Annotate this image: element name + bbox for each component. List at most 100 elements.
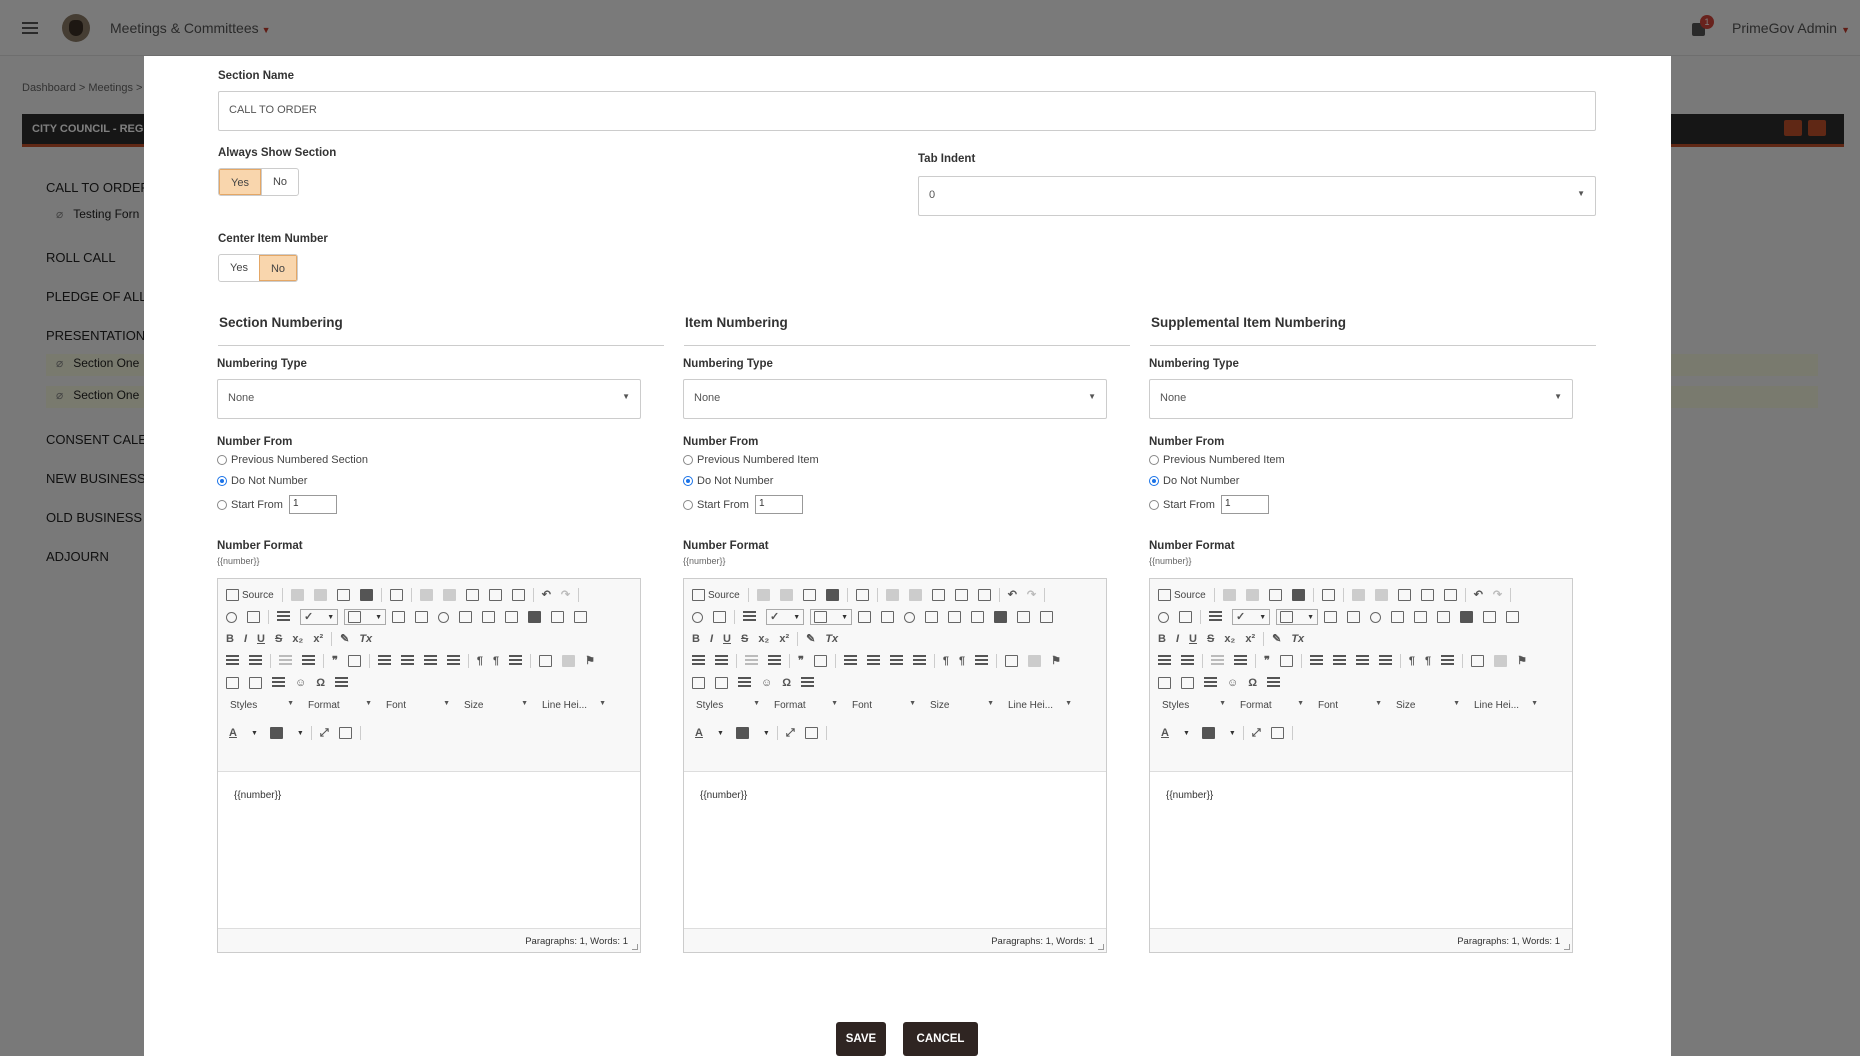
special-char-icon[interactable]: Ω	[1248, 677, 1257, 689]
radio-button[interactable]	[217, 455, 227, 465]
align-left-icon[interactable]	[843, 655, 857, 667]
start-from-input[interactable]: 1	[288, 495, 337, 514]
special-char-icon[interactable]: Ω	[782, 677, 791, 689]
anchor-flag-icon[interactable]: ⚑	[1051, 655, 1061, 667]
copy-formatting-icon[interactable]: ✎	[340, 633, 349, 645]
start-from-input[interactable]: 1	[1220, 495, 1269, 514]
align-right-icon[interactable]	[423, 655, 437, 667]
unlink-icon[interactable]	[1494, 655, 1508, 667]
paste-text-icon[interactable]	[488, 589, 502, 601]
select-field-icon[interactable]	[505, 611, 519, 623]
justify-icon[interactable]	[446, 655, 460, 667]
paste-text-icon[interactable]	[1420, 589, 1434, 601]
paste-text-icon[interactable]	[954, 589, 968, 601]
radio-do-not-number[interactable]: Do Not Number	[217, 475, 307, 487]
replace-icon[interactable]	[713, 611, 726, 623]
select-all-icon[interactable]	[1209, 611, 1222, 623]
paste-icon[interactable]	[931, 589, 945, 601]
radio-button[interactable]	[683, 476, 693, 486]
radio-button[interactable]	[1149, 455, 1159, 465]
bold-icon[interactable]: B	[1158, 633, 1166, 645]
source-button[interactable]: Source	[1158, 589, 1206, 601]
ltr-icon[interactable]: ¶	[1409, 655, 1415, 667]
new-page-icon[interactable]	[1245, 589, 1259, 601]
spellcheck-dropdown[interactable]: ✓ ▼	[1232, 609, 1271, 625]
size-dropdown[interactable]: Size ▼	[1392, 700, 1470, 711]
italic-icon[interactable]: I	[1176, 633, 1179, 645]
radio-start-from[interactable]: Start From 1	[683, 495, 803, 514]
background-color-dropdown[interactable]: ▼	[733, 726, 773, 740]
page-break-icon[interactable]	[335, 677, 349, 689]
size-dropdown[interactable]: Size ▼	[460, 700, 538, 711]
radio-button[interactable]	[683, 455, 693, 465]
bulleted-list-icon[interactable]	[715, 655, 728, 667]
bold-icon[interactable]: B	[692, 633, 700, 645]
rtl-icon[interactable]: ¶	[959, 655, 965, 667]
maximize-icon[interactable]: ⤢	[1252, 727, 1261, 739]
button-icon[interactable]	[1460, 611, 1474, 623]
copy-formatting-icon[interactable]: ✎	[806, 633, 815, 645]
hidden-field-icon[interactable]	[574, 611, 588, 623]
numbered-list-icon[interactable]	[1158, 655, 1171, 667]
textarea-icon[interactable]	[482, 611, 496, 623]
source-button[interactable]: Source	[226, 589, 274, 601]
cancel-button[interactable]: CANCEL	[903, 1022, 978, 1056]
print-icon[interactable]	[825, 589, 839, 601]
outdent-icon[interactable]	[1211, 655, 1224, 667]
radio-icon[interactable]	[438, 611, 450, 623]
superscript-icon[interactable]: x²	[313, 633, 323, 645]
indent-icon[interactable]	[1234, 655, 1247, 667]
format-dropdown[interactable]: Format ▼	[1236, 700, 1314, 711]
paste-icon[interactable]	[1397, 589, 1411, 601]
radio-button[interactable]	[683, 499, 693, 510]
new-page-icon[interactable]	[313, 589, 327, 601]
paste-word-icon[interactable]	[1443, 589, 1457, 601]
textarea-icon[interactable]	[948, 611, 962, 623]
horizontal-rule-icon[interactable]	[738, 677, 751, 689]
tab-indent-select[interactable]: 0 ▼	[918, 176, 1596, 216]
copy-icon[interactable]	[908, 589, 922, 601]
redo-icon[interactable]: ↷	[561, 589, 570, 601]
preview-icon[interactable]	[336, 589, 350, 601]
resize-handle[interactable]	[632, 944, 638, 950]
line-height-dropdown[interactable]: Line Hei... ▼	[1004, 700, 1082, 711]
cut-icon[interactable]	[885, 589, 899, 601]
remove-format-icon[interactable]: Tx	[1291, 633, 1304, 645]
print-icon[interactable]	[1291, 589, 1305, 601]
show-blocks-icon[interactable]	[804, 727, 818, 739]
text-color-dropdown[interactable]: A ▼	[692, 726, 727, 740]
numbered-list-icon[interactable]	[226, 655, 239, 667]
form-icon[interactable]	[1324, 611, 1338, 623]
special-char-icon[interactable]: Ω	[316, 677, 325, 689]
format-dropdown[interactable]: Format ▼	[770, 700, 848, 711]
textfield-icon[interactable]	[1391, 611, 1405, 623]
unlink-icon[interactable]	[562, 655, 576, 667]
outdent-icon[interactable]	[745, 655, 758, 667]
language-icon[interactable]	[975, 655, 989, 667]
bulleted-list-icon[interactable]	[249, 655, 262, 667]
radio-button[interactable]	[1149, 476, 1159, 486]
background-color-dropdown[interactable]: ▼	[1199, 726, 1239, 740]
image-button-icon[interactable]	[1017, 611, 1031, 623]
strikethrough-icon[interactable]: S	[275, 633, 282, 645]
cut-icon[interactable]	[1351, 589, 1365, 601]
spellcheck-dropdown[interactable]: ✓ ▼	[300, 609, 339, 625]
ltr-icon[interactable]: ¶	[943, 655, 949, 667]
maximize-icon[interactable]: ⤢	[786, 727, 795, 739]
underline-icon[interactable]: U	[1189, 633, 1197, 645]
checkbox-icon[interactable]	[1347, 611, 1361, 623]
image-icon[interactable]	[692, 677, 705, 689]
ltr-icon[interactable]: ¶	[477, 655, 483, 667]
smiley-icon[interactable]: ☺	[761, 677, 772, 689]
maximize-icon[interactable]: ⤢	[320, 727, 329, 739]
justify-icon[interactable]	[912, 655, 926, 667]
replace-icon[interactable]	[1179, 611, 1192, 623]
text-color-dropdown[interactable]: A ▼	[1158, 726, 1193, 740]
bold-icon[interactable]: B	[226, 633, 234, 645]
text-color-dropdown[interactable]: A ▼	[226, 726, 261, 740]
font-dropdown[interactable]: Font ▼	[848, 700, 926, 711]
italic-icon[interactable]: I	[244, 633, 247, 645]
button-icon[interactable]	[994, 611, 1008, 623]
outdent-icon[interactable]	[279, 655, 292, 667]
image-icon[interactable]	[1158, 677, 1171, 689]
